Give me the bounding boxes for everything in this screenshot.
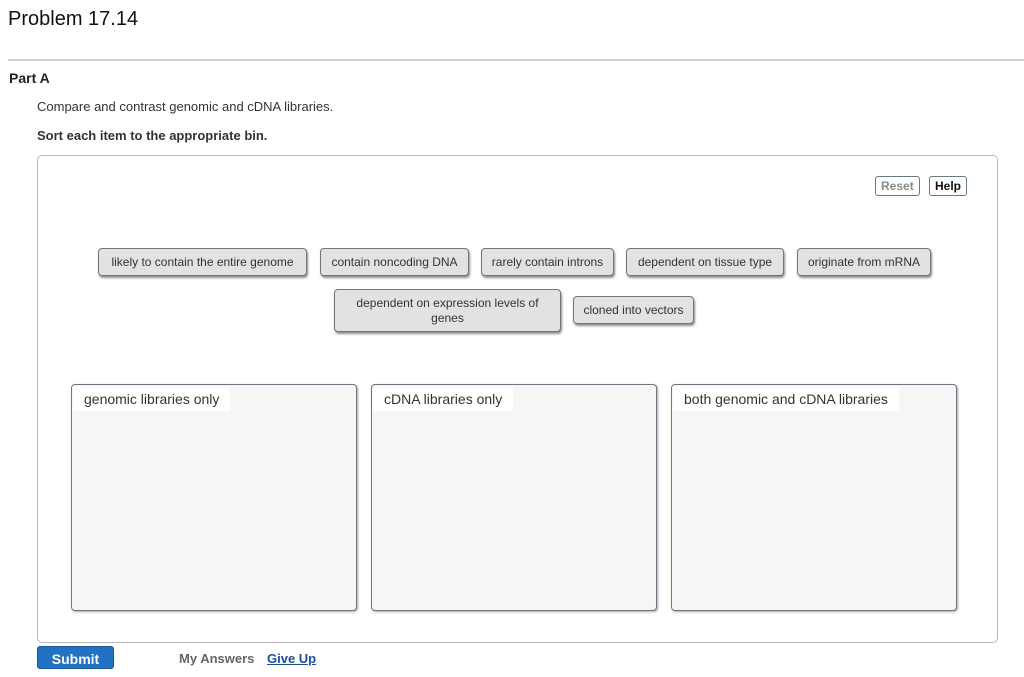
submit-button[interactable]: Submit [37, 646, 114, 669]
draggable-item[interactable]: contain noncoding DNA [320, 248, 469, 276]
draggable-item[interactable]: cloned into vectors [573, 296, 694, 324]
draggable-item[interactable]: dependent on expression levels of genes [334, 289, 561, 332]
draggable-item[interactable]: dependent on tissue type [626, 248, 784, 276]
reset-button[interactable]: Reset [875, 176, 920, 196]
page-title: Problem 17.14 [8, 8, 139, 30]
draggable-item[interactable]: originate from mRNA [797, 248, 931, 276]
question-instruction: Sort each item to the appropriate bin. [37, 128, 268, 143]
help-button[interactable]: Help [929, 176, 968, 196]
my-answers-link[interactable]: My Answers [179, 651, 254, 666]
bin-label: cDNA libraries only [373, 386, 514, 411]
bin-label: genomic libraries only [73, 386, 231, 411]
bin-both[interactable]: both genomic and cDNA libraries [671, 384, 957, 611]
question-prompt: Compare and contrast genomic and cDNA li… [37, 99, 334, 114]
part-label: Part A [9, 70, 50, 86]
bin-cdna-only[interactable]: cDNA libraries only [371, 384, 657, 611]
draggable-item[interactable]: rarely contain introns [481, 248, 614, 276]
bin-label: both genomic and cDNA libraries [673, 386, 899, 411]
give-up-link[interactable]: Give Up [267, 651, 316, 666]
draggable-item[interactable]: likely to contain the entire genome [98, 248, 307, 276]
bin-genomic-only[interactable]: genomic libraries only [71, 384, 357, 611]
header-divider [8, 59, 1024, 61]
